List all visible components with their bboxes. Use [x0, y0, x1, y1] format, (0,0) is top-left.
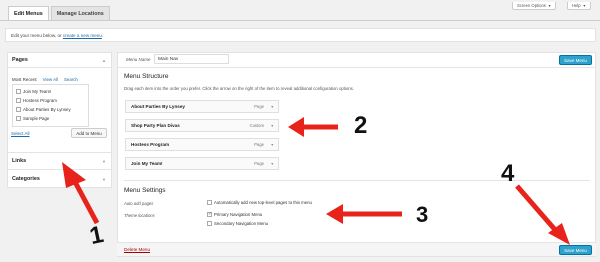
arrow-4 — [515, 184, 559, 234]
arrowhead-icon — [326, 204, 343, 224]
arrowhead-icon — [62, 162, 86, 188]
annotation-number: 4 — [501, 160, 515, 187]
annotation-number: 3 — [416, 202, 429, 227]
annotation-number: 2 — [354, 112, 368, 139]
arrow-1 — [71, 178, 100, 225]
arrowhead-icon — [288, 117, 304, 137]
